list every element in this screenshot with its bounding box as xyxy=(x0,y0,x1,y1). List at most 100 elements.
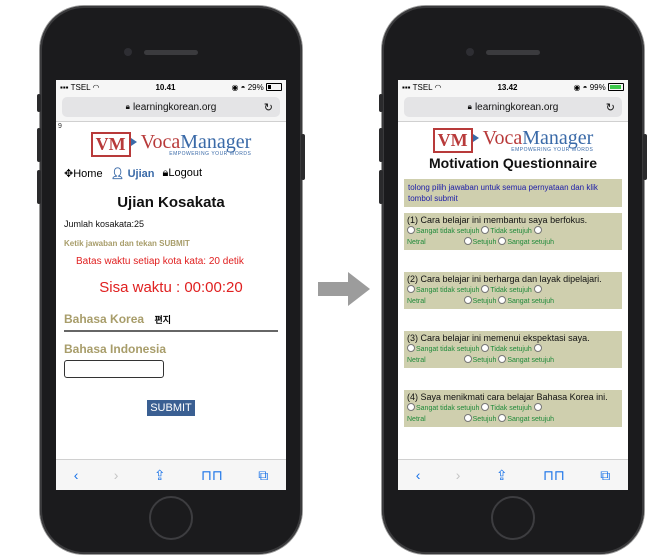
korean-word: 편지 xyxy=(154,315,172,325)
lock-icon: 🔒︎ xyxy=(467,102,472,111)
browser-toolbar: ‹ › ⇪ ⊓⊓ ⧉ xyxy=(398,459,628,490)
status-bar: ▪▪▪ TSEL ◠ 13.42 ◉ ◓ 99% xyxy=(398,80,628,94)
option-disagree[interactable]: Tidak setujuh xyxy=(481,285,532,294)
option-neutral-radio[interactable] xyxy=(533,403,543,412)
option-neutral-label: Netral xyxy=(407,298,426,305)
option-agree[interactable]: Setujuh xyxy=(463,296,496,305)
answer-options: Sangat tidak setujuh Tidak setujuh Netra… xyxy=(407,403,619,425)
logo-mark: VM xyxy=(432,128,479,153)
phone-left: ▪▪▪ TSEL ◠ 10.41 ◉ ◓ 29% 🔒︎ learningkore… xyxy=(37,6,305,554)
option-neutral-label: Netral xyxy=(407,239,426,246)
logo-mark: VM xyxy=(90,132,137,157)
korean-label: Bahasa Korea xyxy=(64,312,145,326)
reload-icon[interactable]: ↻ xyxy=(264,101,273,114)
clock: 10.41 xyxy=(155,82,176,92)
option-strongly-agree[interactable]: Sangat setujuh xyxy=(498,414,554,423)
lock-icon: 🔒︎ xyxy=(125,102,130,111)
page-content: VM VocaManager EMPOWERING YOUR WORDS Mot… xyxy=(398,122,628,456)
option-disagree[interactable]: Tidak setujuh xyxy=(481,403,532,412)
option-strongly-agree[interactable]: Sangat setujuh xyxy=(498,296,554,305)
url-text: learningkorean.org xyxy=(474,101,559,113)
reload-icon[interactable]: ↻ xyxy=(606,101,615,114)
clock: 13.42 xyxy=(497,82,518,92)
screen-right: ▪▪▪ TSEL ◠ 13.42 ◉ ◓ 99% 🔒︎ learningkore… xyxy=(398,80,628,490)
vocamanager-logo[interactable]: VM VocaManager EMPOWERING YOUR WORDS xyxy=(398,128,628,153)
speaker xyxy=(144,50,198,55)
forward-icon[interactable]: › xyxy=(114,467,119,483)
battery-level: 29% xyxy=(247,82,264,92)
question-block: (1) Cara belajar ini membantu saya berfo… xyxy=(404,213,622,250)
option-strongly-agree[interactable]: Sangat setujuh xyxy=(498,355,554,364)
bookmarks-icon[interactable]: ⊓⊓ xyxy=(543,467,565,484)
wifi-icon: ◠ xyxy=(92,82,100,92)
nav-logout[interactable]: 🔒︎Logout xyxy=(163,167,203,180)
forward-icon[interactable]: › xyxy=(456,467,461,483)
question-block: (4) Saya menikmati cara belajar Bahasa K… xyxy=(404,390,622,427)
nav-menu: ✥Home 👤︎ Ujian 🔒︎Logout xyxy=(64,167,286,180)
option-strongly-disagree[interactable]: Sangat tidak setujuh xyxy=(407,344,479,353)
time-limit-text: Batas waktu setiap kota kata: 20 detik xyxy=(76,256,244,267)
back-icon[interactable]: ‹ xyxy=(416,467,421,483)
nav-exam[interactable]: 👤︎ Ujian xyxy=(111,167,155,180)
option-strongly-agree[interactable]: Sangat setujuh xyxy=(498,237,554,246)
tabs-icon[interactable]: ⧉ xyxy=(258,467,268,484)
wifi-icon: ◠ xyxy=(434,82,442,92)
bookmarks-icon[interactable]: ⊓⊓ xyxy=(201,467,223,484)
countdown-timer: Sisa waktu : 00:00:20 xyxy=(99,279,243,296)
browser-toolbar: ‹ › ⇪ ⊓⊓ ⧉ xyxy=(56,459,286,490)
home-button[interactable] xyxy=(491,496,535,540)
instruction-text: Ketik jawaban dan tekan SUBMIT xyxy=(64,239,190,248)
word-count: Jumlah kosakata:25 xyxy=(64,219,145,229)
option-agree[interactable]: Setujuh xyxy=(463,237,496,246)
corner-text: 9 xyxy=(58,123,62,130)
url-text: learningkorean.org xyxy=(132,101,217,113)
phone-right: ▪▪▪ TSEL ◠ 13.42 ◉ ◓ 99% 🔒︎ learningkore… xyxy=(379,6,647,554)
share-icon[interactable]: ⇪ xyxy=(154,467,166,484)
carrier: TSEL xyxy=(412,82,433,92)
battery-level: 99% xyxy=(589,82,606,92)
option-strongly-disagree[interactable]: Sangat tidak setujuh xyxy=(407,285,479,294)
speaker xyxy=(486,50,540,55)
home-icon: ✥ xyxy=(64,168,74,180)
tabs-icon[interactable]: ⧉ xyxy=(600,467,610,484)
battery-icon xyxy=(607,83,624,92)
nav-logout-label: Logout xyxy=(168,167,203,179)
logo-word-1: Voca xyxy=(482,126,523,149)
battery-icon xyxy=(265,83,282,92)
screen-left: ▪▪▪ TSEL ◠ 10.41 ◉ ◓ 29% 🔒︎ learningkore… xyxy=(56,80,286,490)
submit-button[interactable]: SUBMIT xyxy=(147,400,195,416)
page-content: 9 VM VocaManager EMPOWERING YOUR WORDS ✥… xyxy=(56,122,286,456)
share-icon[interactable]: ⇪ xyxy=(496,467,508,484)
camera xyxy=(124,48,132,56)
option-agree[interactable]: Setujuh xyxy=(463,355,496,364)
logo-word-1: Voca xyxy=(140,130,181,153)
option-neutral-radio[interactable] xyxy=(533,344,543,353)
option-strongly-disagree[interactable]: Sangat tidak setujuh xyxy=(407,403,479,412)
nav-home-label: Home xyxy=(73,168,103,180)
user-icon: 👤︎ xyxy=(110,168,125,180)
signal-icon: ▪▪▪ xyxy=(60,82,69,92)
option-agree[interactable]: Setujuh xyxy=(463,414,496,423)
option-neutral-radio[interactable] xyxy=(533,226,543,235)
nav-home[interactable]: ✥Home xyxy=(64,167,103,180)
back-icon[interactable]: ‹ xyxy=(74,467,79,483)
option-disagree[interactable]: Tidak setujuh xyxy=(481,344,532,353)
instruction-notice: tolong pilih jawaban untuk semua pernyat… xyxy=(404,179,622,207)
nav-exam-label: Ujian xyxy=(127,168,155,180)
home-button[interactable] xyxy=(149,496,193,540)
logo-word-2: Manager xyxy=(180,130,252,153)
address-bar[interactable]: 🔒︎ learningkorean.org ↻ xyxy=(62,97,280,117)
vocamanager-logo[interactable]: VM VocaManager EMPOWERING YOUR WORDS xyxy=(56,132,286,157)
question-text: (3) Cara belajar ini memenui ekspektasi … xyxy=(407,333,590,343)
option-neutral-label: Netral xyxy=(407,357,426,364)
option-strongly-disagree[interactable]: Sangat tidak setujuh xyxy=(407,226,479,235)
page-title: Ujian Kosakata xyxy=(117,194,225,211)
option-disagree[interactable]: Tidak setujuh xyxy=(481,226,532,235)
option-neutral-radio[interactable] xyxy=(533,285,543,294)
option-neutral-label: Netral xyxy=(407,416,426,423)
question-block: (3) Cara belajar ini memenui ekspektasi … xyxy=(404,331,622,368)
question-text: (2) Cara belajar ini berharga dan layak … xyxy=(407,274,602,284)
answer-input[interactable] xyxy=(64,360,164,378)
signal-icon: ▪▪▪ xyxy=(402,82,411,92)
address-bar[interactable]: 🔒︎ learningkorean.org ↻ xyxy=(404,97,622,117)
